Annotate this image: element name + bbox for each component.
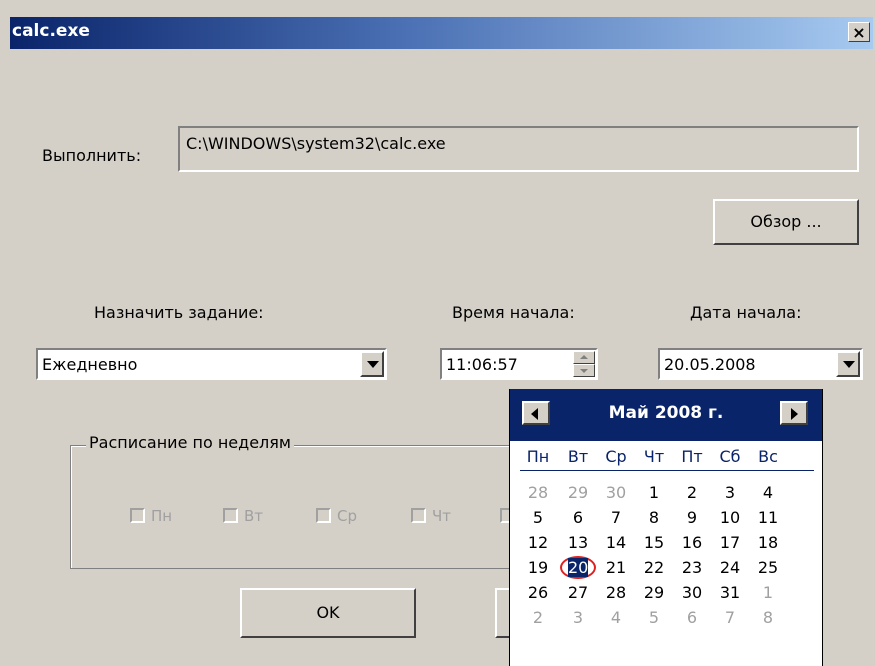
calendar-day[interactable]: 14 (598, 533, 634, 552)
date-picker-calendar[interactable]: Май 2008 г. Пн Вт Ср Чт Пт Сб Вс 28 29 30 1 2 3 4 5 6 7… (509, 389, 823, 666)
spin-down-icon[interactable] (573, 364, 595, 377)
browse-button[interactable]: Обзор ... (713, 199, 859, 245)
calendar-weekday: Сб (719, 447, 741, 466)
calendar-month-title[interactable]: Май 2008 г. (510, 403, 822, 423)
run-label: Выполнить: (42, 146, 142, 165)
calendar-weekday: Ср (605, 447, 627, 466)
start-time-label: Время начала: (452, 303, 575, 322)
calendar-day[interactable]: 29 (560, 483, 596, 502)
checkbox-box[interactable] (130, 508, 145, 523)
calendar-header: Май 2008 г. (510, 389, 822, 441)
start-time-field[interactable]: 11:06:57 (440, 348, 598, 380)
calendar-day[interactable]: 25 (750, 558, 786, 577)
calendar-day[interactable]: 8 (636, 508, 672, 527)
calendar-weekday: Вт (567, 447, 589, 466)
calendar-day[interactable]: 26 (520, 583, 556, 602)
calendar-day[interactable]: 28 (598, 583, 634, 602)
calendar-day[interactable]: 1 (636, 483, 672, 502)
calendar-weekday: Чт (643, 447, 665, 466)
spin-up-icon[interactable] (573, 351, 595, 364)
calendar-weekday: Вс (758, 447, 778, 466)
start-time-value: 11:06:57 (446, 355, 518, 374)
calendar-day[interactable]: 28 (520, 483, 556, 502)
schedule-combobox[interactable]: Ежедневно (36, 348, 387, 380)
calendar-day[interactable]: 23 (674, 558, 710, 577)
schedule-value: Ежедневно (42, 355, 138, 374)
checkbox-box[interactable] (316, 508, 331, 523)
checkbox-label: Ср (337, 507, 357, 525)
calendar-day[interactable]: 31 (712, 583, 748, 602)
close-icon: × (852, 23, 866, 42)
start-date-label: Дата начала: (690, 303, 802, 322)
run-path-field[interactable]: C:\WINDOWS\system32\calc.exe (178, 126, 859, 172)
dialog-window: calc.exe × Выполнить: C:\WINDOWS\system3… (0, 0, 875, 666)
title-bar[interactable]: calc.exe × (10, 17, 873, 49)
calendar-day[interactable]: 16 (674, 533, 710, 552)
calendar-day[interactable]: 6 (560, 508, 596, 527)
calendar-day[interactable]: 12 (520, 533, 556, 552)
calendar-day[interactable]: 2 (520, 608, 556, 627)
time-spinner[interactable] (573, 351, 595, 377)
calendar-day[interactable]: 7 (712, 608, 748, 627)
checkbox-box[interactable] (223, 508, 238, 523)
calendar-day[interactable]: 5 (636, 608, 672, 627)
close-button[interactable]: × (848, 22, 870, 42)
calendar-day[interactable]: 27 (560, 583, 596, 602)
calendar-day[interactable]: 13 (560, 533, 596, 552)
calendar-day[interactable]: 4 (598, 608, 634, 627)
start-date-combobox[interactable]: 20.05.2008 (658, 348, 863, 380)
checkbox-label: Вт (244, 507, 264, 525)
chevron-right-icon[interactable] (780, 401, 808, 425)
calendar-weekday: Пт (681, 447, 703, 466)
window-title: calc.exe (12, 21, 90, 41)
weekly-schedule-title: Расписание по неделям (86, 433, 294, 452)
calendar-day[interactable]: 3 (560, 608, 596, 627)
calendar-day[interactable]: 30 (598, 483, 634, 502)
calendar-day[interactable]: 9 (674, 508, 710, 527)
chevron-down-icon[interactable] (360, 351, 384, 377)
calendar-day[interactable]: 24 (712, 558, 748, 577)
weekly-schedule-group (70, 445, 522, 569)
calendar-day[interactable]: 18 (750, 533, 786, 552)
calendar-day[interactable]: 7 (598, 508, 634, 527)
schedule-label: Назначить задание: (94, 303, 264, 322)
run-path-value: C:\WINDOWS\system32\calc.exe (186, 134, 446, 153)
ok-button[interactable]: OK (240, 588, 416, 638)
calendar-day[interactable]: 11 (750, 508, 786, 527)
checkbox-box[interactable] (500, 508, 509, 523)
checkbox-label: Чт (432, 507, 452, 525)
calendar-day[interactable]: 2 (674, 483, 710, 502)
calendar-day[interactable]: 1 (750, 583, 786, 602)
calendar-day[interactable]: 30 (674, 583, 710, 602)
calendar-day[interactable]: 10 (712, 508, 748, 527)
calendar-day[interactable]: 22 (636, 558, 672, 577)
calendar-day[interactable]: 6 (674, 608, 710, 627)
selected-day[interactable]: 20 (568, 558, 588, 577)
calendar-divider (520, 470, 814, 471)
calendar-day[interactable]: 19 (520, 558, 556, 577)
calendar-weekday: Пн (526, 447, 550, 466)
calendar-day[interactable]: 4 (750, 483, 786, 502)
calendar-day[interactable]: 15 (636, 533, 672, 552)
calendar-day[interactable]: 29 (636, 583, 672, 602)
calendar-day[interactable]: 8 (750, 608, 786, 627)
checkbox-label: Пн (151, 507, 173, 525)
calendar-day[interactable]: 17 (712, 533, 748, 552)
calendar-day[interactable]: 5 (520, 508, 556, 527)
checkbox-fri-partial[interactable] (500, 505, 509, 529)
window-frame (0, 17, 10, 666)
start-date-value: 20.05.2008 (664, 355, 756, 374)
chevron-down-icon[interactable] (836, 351, 860, 377)
checkbox-box[interactable] (411, 508, 426, 523)
calendar-day[interactable]: 3 (712, 483, 748, 502)
calendar-day[interactable]: 21 (598, 558, 634, 577)
